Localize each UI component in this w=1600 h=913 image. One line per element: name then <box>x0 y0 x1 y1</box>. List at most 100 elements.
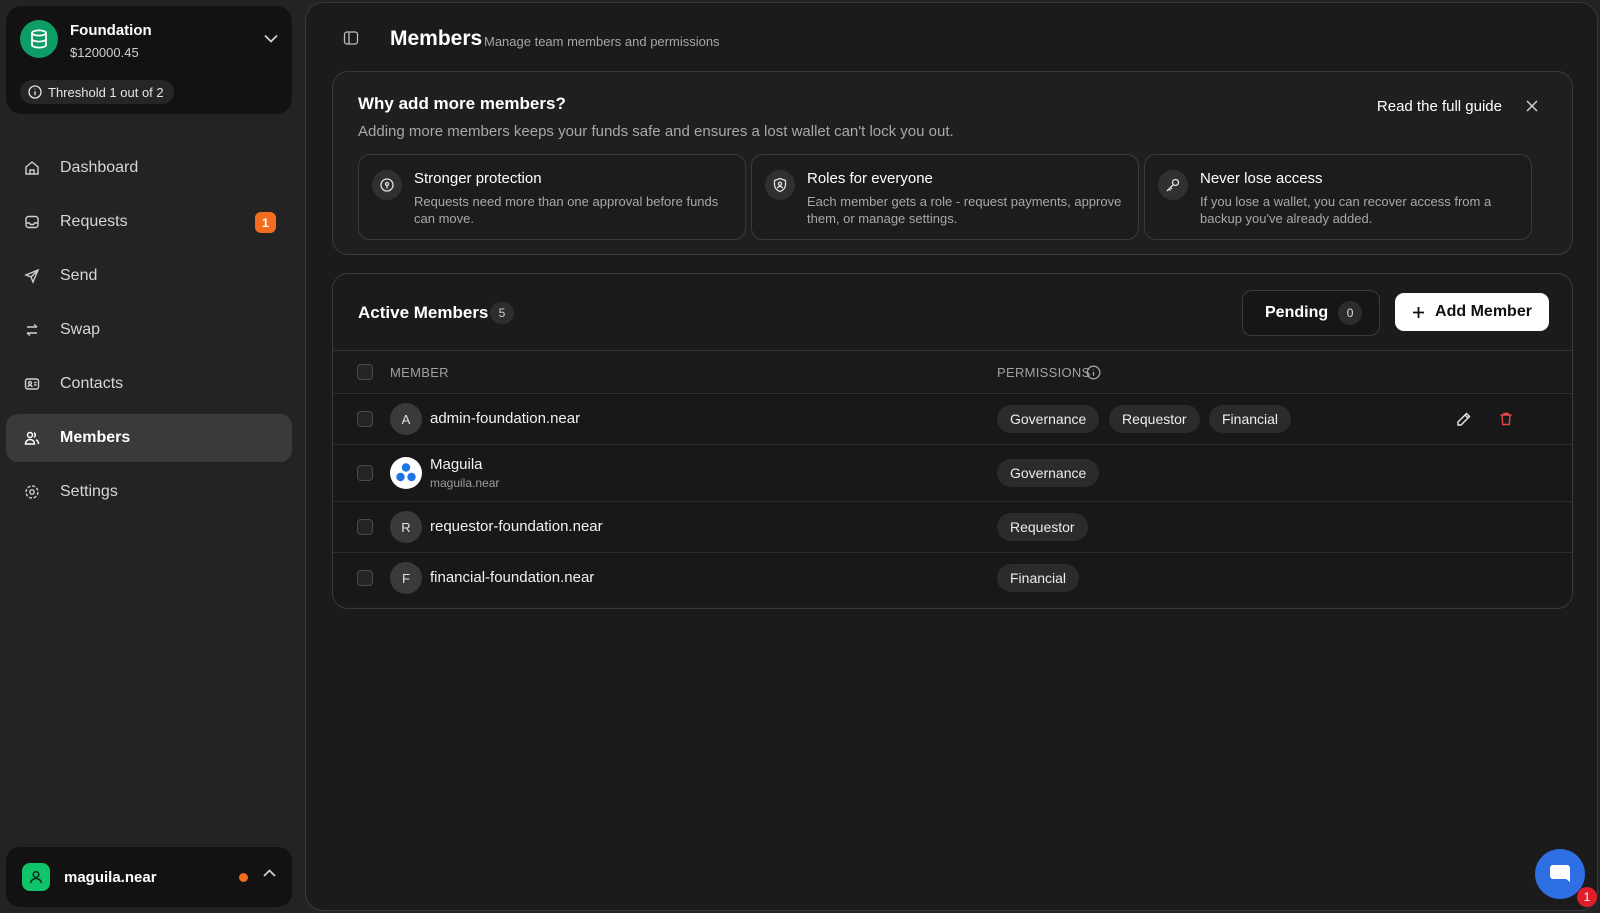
avatar: A <box>390 403 422 435</box>
page-header: Members Manage team members and permissi… <box>306 3 1597 69</box>
org-name: Foundation <box>70 22 152 39</box>
feature-description: Requests need more than one approval bef… <box>414 194 719 226</box>
sidebar-toggle-icon[interactable] <box>343 30 359 46</box>
home-icon <box>24 160 40 176</box>
user-name: maguila.near <box>64 868 157 886</box>
permission-tag: Financial <box>997 564 1080 592</box>
members-guide-banner: Why add more members? Adding more member… <box>332 71 1573 255</box>
select-all-checkbox[interactable] <box>357 364 373 380</box>
row-checkbox[interactable] <box>357 570 373 586</box>
avatar: R <box>390 511 422 543</box>
table-header: MEMBER PERMISSIONS <box>333 351 1572 394</box>
requests-count-badge: 1 <box>255 212 276 233</box>
org-switcher[interactable]: Foundation $120000.45 Threshold 1 out of… <box>6 6 292 114</box>
member-account-id: maguila.near <box>430 476 500 490</box>
pending-button[interactable]: Pending 0 <box>1242 290 1380 336</box>
feature-title: Never lose access <box>1200 170 1323 187</box>
org-balance: $120000.45 <box>70 45 139 60</box>
sidebar-item-dashboard[interactable]: Dashboard <box>6 144 292 192</box>
feature-roles-for-everyone: Roles for everyone Each member gets a ro… <box>751 154 1139 240</box>
permission-tag: Requestor <box>1109 405 1200 433</box>
sidebar-item-members[interactable]: Members <box>6 414 292 462</box>
close-icon[interactable] <box>1525 99 1539 113</box>
edit-icon[interactable] <box>1456 411 1472 427</box>
chat-icon <box>1550 865 1570 882</box>
permission-tag: Requestor <box>997 513 1088 541</box>
feature-description: Each member gets a role - request paymen… <box>807 194 1122 226</box>
gear-icon <box>24 484 40 500</box>
sidebar-item-swap[interactable]: Swap <box>6 306 292 354</box>
members-card-header: Active Members 5 Pending 0 Add Member <box>333 274 1572 351</box>
chat-notification-badge: 1 <box>1577 887 1597 907</box>
guide-title: Why add more members? <box>358 94 566 113</box>
lock-icon <box>372 170 402 200</box>
status-dot <box>239 873 248 882</box>
permission-tag: Governance <box>997 405 1100 433</box>
member-name: admin-foundation.near <box>430 410 581 427</box>
sidebar-item-label: Requests <box>60 213 128 230</box>
column-header-member: MEMBER <box>390 365 449 380</box>
page-title: Members <box>390 27 483 50</box>
row-checkbox[interactable] <box>357 411 373 427</box>
contact-card-icon <box>24 376 40 392</box>
sidebar-item-label: Members <box>60 429 131 446</box>
database-icon <box>31 29 47 49</box>
chevron-up-icon[interactable] <box>263 869 276 877</box>
table-row[interactable]: R requestor-foundation.near Requestor <box>333 502 1572 553</box>
add-member-button[interactable]: Add Member <box>1395 293 1549 331</box>
info-icon[interactable] <box>1086 365 1101 380</box>
table-row[interactable]: Maguila maguila.near Governance <box>333 445 1572 502</box>
read-guide-link[interactable]: Read the full guide <box>1377 98 1502 115</box>
feature-stronger-protection: Stronger protection Requests need more t… <box>358 154 746 240</box>
sidebar-item-label: Send <box>60 267 98 284</box>
shield-user-icon <box>765 170 795 200</box>
member-name: Maguila <box>430 456 483 473</box>
guide-description: Adding more members keeps your funds saf… <box>358 123 954 140</box>
key-icon <box>1158 170 1188 200</box>
avatar: F <box>390 562 422 594</box>
chevron-down-icon[interactable] <box>264 34 278 43</box>
feature-title: Stronger protection <box>414 170 542 187</box>
table-row[interactable]: A admin-foundation.near Governance Reque… <box>333 394 1572 445</box>
sidebar: Foundation $120000.45 Threshold 1 out of… <box>0 0 300 913</box>
plus-icon <box>1413 306 1425 318</box>
sidebar-item-label: Swap <box>60 321 101 338</box>
send-icon <box>24 268 40 284</box>
page-subtitle: Manage team members and permissions <box>484 34 720 49</box>
pending-count-badge: 0 <box>1338 301 1363 325</box>
member-name: requestor-foundation.near <box>430 518 603 535</box>
main-panel: Members Manage team members and permissi… <box>305 2 1598 911</box>
maguila-avatar-icon <box>396 463 416 482</box>
members-count-badge: 5 <box>490 302 514 324</box>
threshold-label: Threshold 1 out of 2 <box>48 84 164 100</box>
info-icon <box>28 85 42 99</box>
user-icon <box>29 870 43 884</box>
member-name: financial-foundation.near <box>430 569 595 586</box>
active-members-card: Active Members 5 Pending 0 Add Member ME… <box>332 273 1573 609</box>
sidebar-nav: Dashboard Requests 1 Send Swap Contacts … <box>6 144 292 522</box>
sidebar-item-settings[interactable]: Settings <box>6 468 292 516</box>
users-icon <box>24 430 40 446</box>
row-checkbox[interactable] <box>357 465 373 481</box>
sidebar-item-requests[interactable]: Requests 1 <box>6 198 292 246</box>
sidebar-item-label: Contacts <box>60 375 124 392</box>
avatar <box>390 457 422 489</box>
sidebar-item-label: Settings <box>60 483 118 500</box>
sidebar-item-contacts[interactable]: Contacts <box>6 360 292 408</box>
feature-never-lose-access: Never lose access If you lose a wallet, … <box>1144 154 1532 240</box>
members-title: Active Members <box>358 303 489 322</box>
threshold-badge: Threshold 1 out of 2 <box>20 80 174 104</box>
delete-icon[interactable] <box>1498 411 1514 427</box>
user-account-menu[interactable]: maguila.near <box>6 847 292 907</box>
table-row[interactable]: F financial-foundation.near Financial <box>333 553 1572 604</box>
org-logo <box>20 20 58 58</box>
sidebar-item-label: Dashboard <box>60 159 139 176</box>
permission-tag: Financial <box>1209 405 1292 433</box>
pending-label: Pending <box>1265 304 1329 321</box>
sidebar-item-send[interactable]: Send <box>6 252 292 300</box>
row-checkbox[interactable] <box>357 519 373 535</box>
swap-icon <box>24 322 40 338</box>
inbox-icon <box>24 214 40 230</box>
add-member-label: Add Member <box>1435 303 1532 320</box>
feature-description: If you lose a wallet, you can recover ac… <box>1200 194 1492 226</box>
